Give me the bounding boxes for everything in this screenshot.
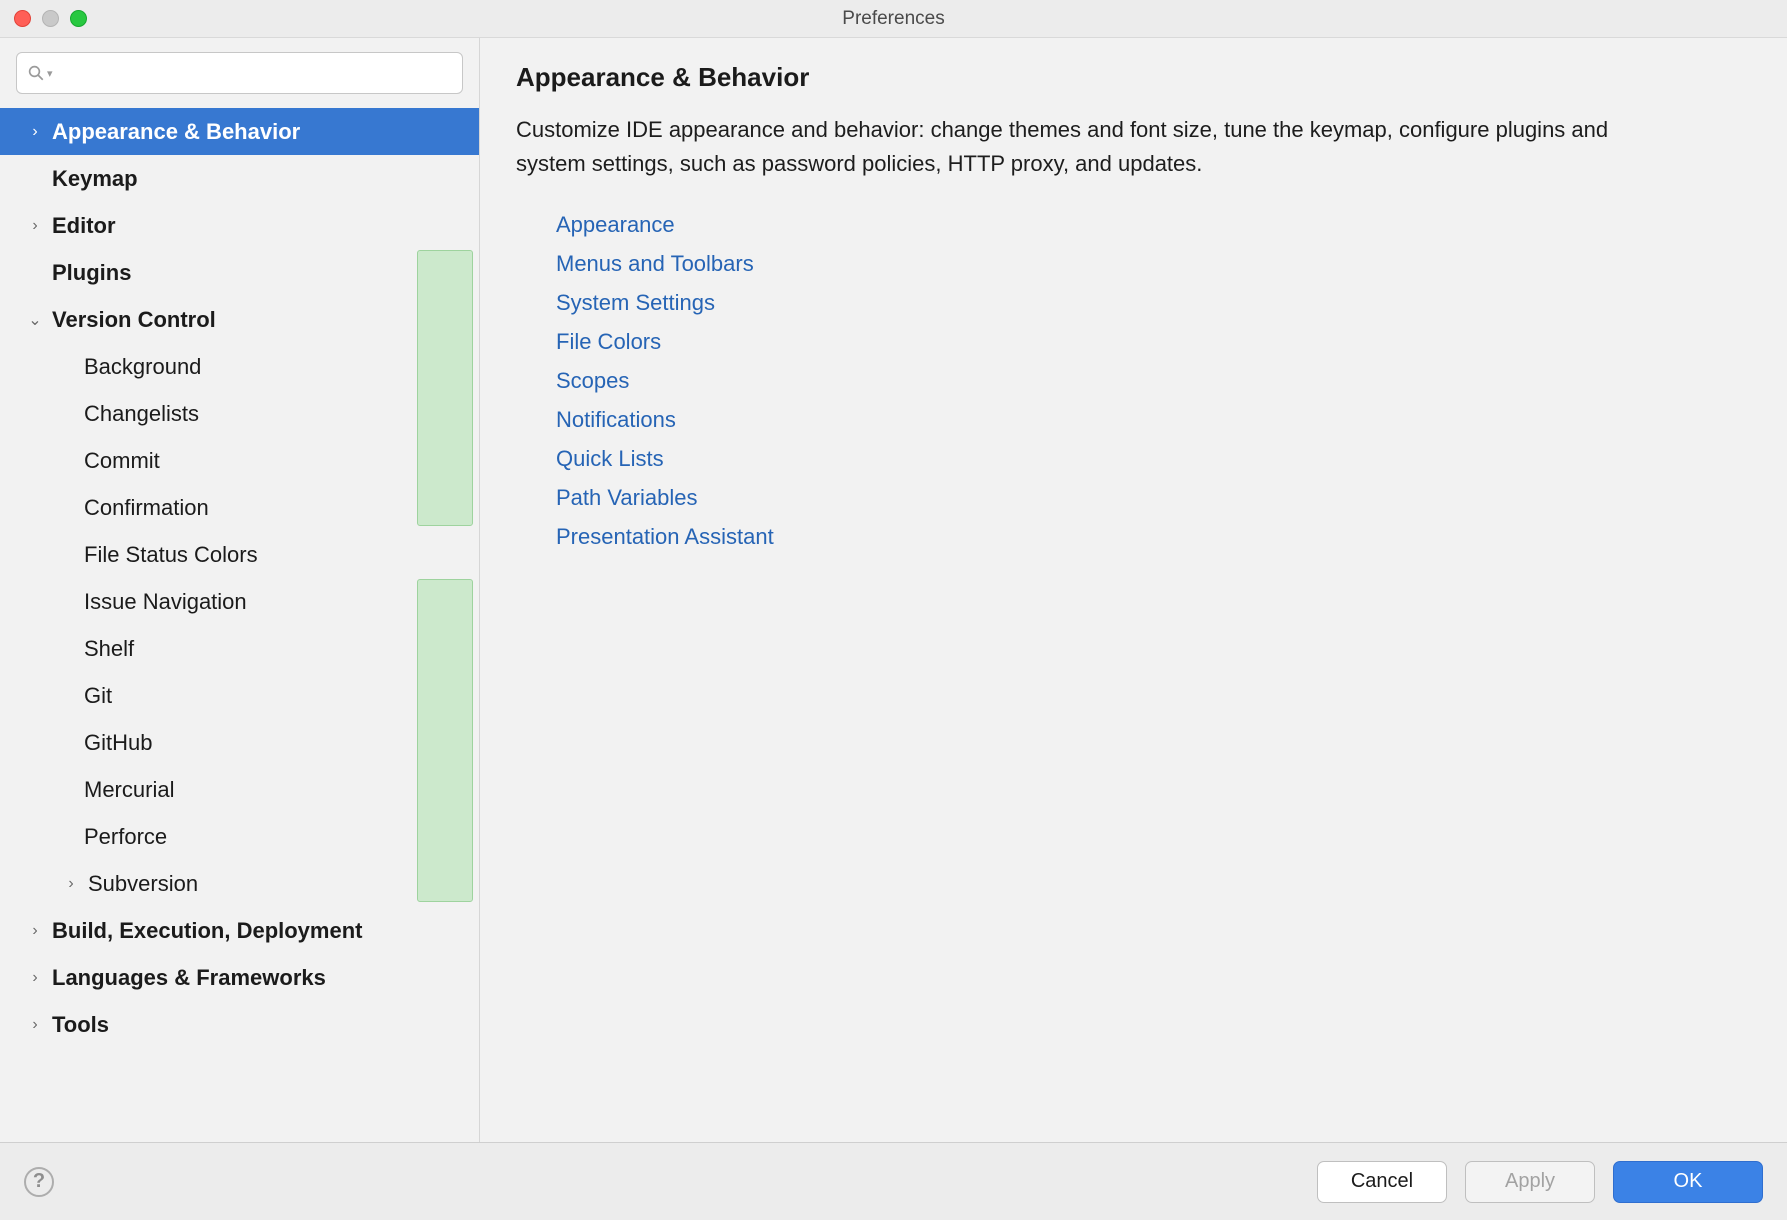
tree-item-label: Shelf: [84, 636, 134, 662]
subpage-links: AppearanceMenus and ToolbarsSystem Setti…: [516, 205, 1751, 556]
tree-item[interactable]: Shelf: [0, 625, 479, 672]
search-input[interactable]: [53, 63, 452, 84]
project-scope-icon: [443, 358, 465, 376]
tree-item[interactable]: Plugins: [0, 249, 479, 296]
subpage-link[interactable]: System Settings: [556, 283, 1751, 322]
subpage-link[interactable]: Notifications: [556, 400, 1751, 439]
subpage-link[interactable]: Menus and Toolbars: [556, 244, 1751, 283]
tree-item[interactable]: › Tools: [0, 1001, 479, 1048]
tree-item-label: Plugins: [52, 260, 131, 286]
arrow-spacer: [26, 170, 44, 188]
tree-item[interactable]: Confirmation: [0, 484, 479, 531]
tree-item-label: Changelists: [84, 401, 199, 427]
tree-item-label: Editor: [52, 213, 116, 239]
minimize-window-button[interactable]: [42, 10, 59, 27]
body: ▾ › Appearance & Behavior Keymap › Editor P…: [0, 38, 1787, 1142]
tree-item-label: Build, Execution, Deployment: [52, 918, 362, 944]
project-scope-icon: [443, 452, 465, 470]
window-controls: [14, 10, 87, 27]
chevron-down-icon[interactable]: ⌄: [26, 310, 44, 330]
tree-item-label: Issue Navigation: [84, 589, 247, 615]
chevron-right-icon[interactable]: ›: [26, 217, 44, 235]
apply-button: Apply: [1465, 1161, 1595, 1203]
tree-item-label: Subversion: [88, 871, 198, 897]
tree-item-label: Commit: [84, 448, 160, 474]
tree-item[interactable]: › Build, Execution, Deployment: [0, 907, 479, 954]
chevron-right-icon[interactable]: ›: [26, 1016, 44, 1034]
subpage-link[interactable]: Appearance: [556, 205, 1751, 244]
tree-item[interactable]: Issue Navigation: [0, 578, 479, 625]
tree-item-label: Version Control: [52, 307, 216, 333]
subpage-link[interactable]: Presentation Assistant: [556, 517, 1751, 556]
ok-button[interactable]: OK: [1613, 1161, 1763, 1203]
tree-item-label: Languages & Frameworks: [52, 965, 326, 991]
page-title: Appearance & Behavior: [516, 62, 1751, 93]
tree-item-label: GitHub: [84, 730, 152, 756]
tree-item[interactable]: › Languages & Frameworks: [0, 954, 479, 1001]
tree-item[interactable]: Background: [0, 343, 479, 390]
sidebar: ▾ › Appearance & Behavior Keymap › Editor P…: [0, 38, 480, 1142]
footer: ? Cancel Apply OK: [0, 1142, 1787, 1220]
search-icon: [27, 64, 45, 82]
tree-item[interactable]: Keymap: [0, 155, 479, 202]
tree-item[interactable]: Changelists: [0, 390, 479, 437]
tree-item[interactable]: GitHub: [0, 719, 479, 766]
close-window-button[interactable]: [14, 10, 31, 27]
tree-item[interactable]: › Subversion: [0, 860, 479, 907]
zoom-window-button[interactable]: [70, 10, 87, 27]
tree-item[interactable]: File Status Colors: [0, 531, 479, 578]
project-scope-icon: [443, 405, 465, 423]
tree-item-label: Keymap: [52, 166, 138, 192]
page-description: Customize IDE appearance and behavior: c…: [516, 113, 1676, 181]
tree-item-label: Mercurial: [84, 777, 174, 803]
subpage-link[interactable]: Path Variables: [556, 478, 1751, 517]
tree-item[interactable]: Git: [0, 672, 479, 719]
project-scope-icon: [443, 499, 465, 517]
chevron-right-icon[interactable]: ›: [62, 875, 80, 893]
help-button[interactable]: ?: [24, 1167, 54, 1197]
main-panel: Appearance & Behavior Customize IDE appe…: [480, 38, 1787, 1142]
tree-item-label: File Status Colors: [84, 542, 258, 568]
project-scope-icon: [443, 687, 465, 705]
project-scope-icon: [443, 311, 465, 329]
titlebar: Preferences: [0, 0, 1787, 38]
cancel-button[interactable]: Cancel: [1317, 1161, 1447, 1203]
project-scope-icon: [443, 593, 465, 611]
project-scope-icon: [443, 640, 465, 658]
settings-tree: › Appearance & Behavior Keymap › Editor Plu…: [0, 106, 479, 1142]
tree-item[interactable]: › Editor: [0, 202, 479, 249]
chevron-right-icon[interactable]: ›: [26, 969, 44, 987]
project-scope-icon: [443, 781, 465, 799]
subpage-link[interactable]: Quick Lists: [556, 439, 1751, 478]
chevron-right-icon[interactable]: ›: [26, 123, 44, 141]
tree-item[interactable]: Commit: [0, 437, 479, 484]
project-scope-icon: [443, 264, 465, 282]
tree-item[interactable]: ⌄ Version Control: [0, 296, 479, 343]
tree-item-label: Tools: [52, 1012, 109, 1038]
tree-item[interactable]: › Appearance & Behavior: [0, 108, 479, 155]
tree-item[interactable]: Mercurial: [0, 766, 479, 813]
window-title: Preferences: [0, 8, 1787, 30]
tree-item-label: Background: [84, 354, 201, 380]
tree-item[interactable]: Perforce: [0, 813, 479, 860]
preferences-window: Preferences ▾ › Appearance & Behavior Key…: [0, 0, 1787, 1220]
chevron-right-icon[interactable]: ›: [26, 922, 44, 940]
arrow-spacer: [26, 264, 44, 282]
tree-item-label: Confirmation: [84, 495, 209, 521]
project-scope-icon: [443, 875, 465, 893]
tree-item-label: Perforce: [84, 824, 167, 850]
project-scope-icon: [443, 734, 465, 752]
project-scope-icon: [443, 828, 465, 846]
tree-item-label: Appearance & Behavior: [52, 119, 300, 145]
subpage-link[interactable]: Scopes: [556, 361, 1751, 400]
search-box[interactable]: ▾: [16, 52, 463, 94]
subpage-link[interactable]: File Colors: [556, 322, 1751, 361]
tree-item-label: Git: [84, 683, 112, 709]
